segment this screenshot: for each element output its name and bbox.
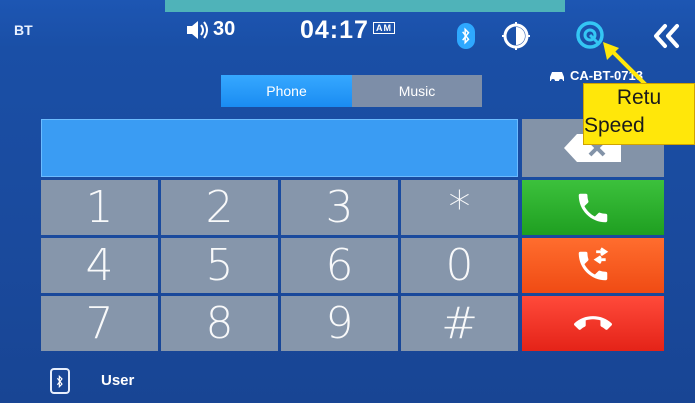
volume-indicator[interactable]: 30 <box>185 18 235 41</box>
dial-number-display[interactable] <box>41 119 518 177</box>
source-tabs: Phone Music <box>221 75 482 107</box>
callout-line-1: Retu <box>616 86 662 109</box>
status-bar: BT 30 04:17 AM <box>0 12 695 60</box>
call-transfer-icon <box>578 246 609 280</box>
key-9[interactable]: 9 <box>281 296 398 351</box>
key-star[interactable]: * <box>401 180 518 235</box>
user-label: User <box>101 372 135 389</box>
phone-hangup-icon <box>574 315 612 330</box>
key-2[interactable]: 2 <box>161 180 278 235</box>
volume-level: 30 <box>213 18 236 40</box>
answer-call-button[interactable] <box>522 180 664 235</box>
bezel-top <box>165 0 565 12</box>
transfer-call-button[interactable] <box>522 238 664 293</box>
key-1[interactable]: 1 <box>41 180 158 235</box>
key-3[interactable]: 3 <box>281 180 398 235</box>
hang-up-button[interactable] <box>522 296 664 351</box>
annotation-callout: Retu Speed <box>583 83 695 145</box>
clock-ampm: AM <box>372 22 395 34</box>
car-icon <box>550 71 564 83</box>
speaker-icon <box>187 20 208 39</box>
phone-answer-icon <box>578 193 608 222</box>
key-6[interactable]: 6 <box>281 238 398 293</box>
clock-time: 04:17 <box>300 16 369 44</box>
key-4[interactable]: 4 <box>41 238 158 293</box>
phone-device-icon[interactable] <box>50 368 70 394</box>
car-head-unit-screen: BT 30 04:17 AM Phone Music CA-BT-0713 1 … <box>0 0 695 403</box>
callout-line-2: Speed <box>584 114 645 137</box>
tab-music[interactable]: Music <box>352 75 482 107</box>
key-hash[interactable]: # <box>401 296 518 351</box>
key-7[interactable]: 7 <box>41 296 158 351</box>
source-tag: BT <box>14 22 33 38</box>
clock: 04:17 AM <box>300 16 395 45</box>
dial-keypad: 1 2 3 * 4 5 6 0 7 8 9 # <box>41 180 518 351</box>
bottom-bar: User <box>0 360 695 403</box>
key-5[interactable]: 5 <box>161 238 278 293</box>
key-0[interactable]: 0 <box>401 238 518 293</box>
brightness-icon[interactable] <box>502 22 530 50</box>
key-8[interactable]: 8 <box>161 296 278 351</box>
tab-phone[interactable]: Phone <box>221 75 352 107</box>
bluetooth-icon[interactable] <box>457 23 475 49</box>
